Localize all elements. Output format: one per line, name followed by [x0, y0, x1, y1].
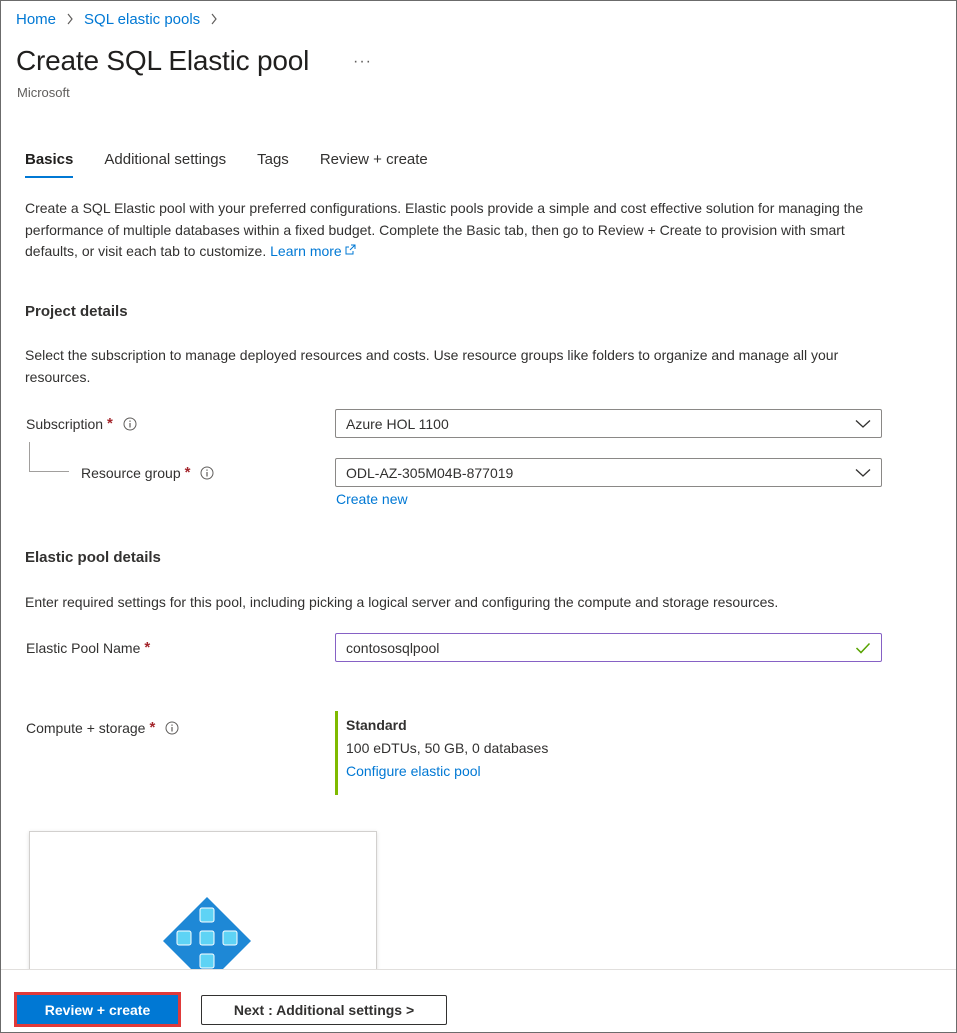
subscription-value: Azure HOL 1100 [346, 415, 449, 432]
configure-elastic-pool-link[interactable]: Configure elastic pool [346, 763, 635, 779]
tree-connector [29, 442, 69, 472]
checkmark-icon [855, 642, 871, 654]
elastic-pool-name-input[interactable]: contososqlpool [335, 633, 882, 662]
required-mark: * [149, 719, 156, 736]
chevron-right-icon [66, 12, 74, 28]
required-mark: * [144, 639, 151, 656]
compute-storage-label-text: Compute + storage [26, 719, 146, 736]
intro-description: Create a SQL Elastic pool with your pref… [25, 198, 895, 263]
info-icon[interactable] [200, 466, 214, 480]
resource-group-label-text: Resource group [81, 464, 181, 481]
chevron-down-icon [855, 419, 871, 428]
subscription-label: Subscription * [26, 415, 137, 432]
tab-basics[interactable]: Basics [25, 151, 74, 178]
info-icon[interactable] [165, 721, 179, 735]
publisher-label: Microsoft [17, 85, 70, 100]
chevron-down-icon [855, 468, 871, 477]
pricing-tier-details: 100 eDTUs, 50 GB, 0 databases [346, 740, 549, 756]
subscription-label-text: Subscription [26, 415, 104, 432]
elastic-pool-name-label: Elastic Pool Name * [26, 639, 150, 656]
page-title: Create SQL Elastic pool [16, 45, 310, 76]
tab-bar: Basics Additional settings Tags Review +… [25, 151, 459, 178]
resource-group-value: ODL-AZ-305M04B-877019 [346, 464, 514, 481]
review-create-button[interactable]: Review + create [14, 992, 181, 1027]
intro-text: Create a SQL Elastic pool with your pref… [25, 200, 864, 259]
elastic-pool-details-description: Enter required settings for this pool, i… [25, 594, 779, 610]
required-mark: * [184, 464, 191, 481]
elastic-pool-card [29, 831, 377, 991]
learn-more-label: Learn more [270, 243, 342, 259]
tab-review-create[interactable]: Review + create [320, 151, 428, 178]
breadcrumb: Home SQL elastic pools [16, 11, 228, 28]
elastic-pool-name-label-text: Elastic Pool Name [26, 639, 141, 656]
required-mark: * [107, 415, 113, 432]
create-elastic-pool-blade: Home SQL elastic pools Create SQL Elasti… [0, 0, 957, 1033]
breadcrumb-sql-elastic-pools[interactable]: SQL elastic pools [84, 11, 200, 28]
tab-additional-settings[interactable]: Additional settings [104, 151, 226, 178]
tab-tags[interactable]: Tags [257, 151, 289, 178]
compute-storage-summary: Standard 100 eDTUs, 50 GB, 0 databases C… [335, 711, 635, 795]
project-details-description: Select the subscription to manage deploy… [25, 347, 839, 385]
compute-storage-label: Compute + storage * [26, 719, 179, 736]
next-additional-settings-button[interactable]: Next : Additional settings > [201, 995, 447, 1025]
more-options-icon[interactable]: ··· [353, 53, 372, 71]
external-link-icon [345, 244, 356, 255]
elastic-pool-name-value: contososqlpool [346, 639, 440, 656]
pricing-tier: Standard [346, 717, 407, 733]
project-details-heading: Project details [25, 303, 128, 320]
create-new-resource-group-link[interactable]: Create new [336, 491, 408, 507]
chevron-right-icon [210, 12, 218, 28]
info-icon[interactable] [123, 417, 137, 431]
elastic-pool-details-heading: Elastic pool details [25, 549, 161, 566]
subscription-select[interactable]: Azure HOL 1100 [335, 409, 882, 438]
resource-group-label: Resource group * [81, 464, 214, 481]
breadcrumb-home[interactable]: Home [16, 11, 56, 28]
resource-group-select[interactable]: ODL-AZ-305M04B-877019 [335, 458, 882, 487]
learn-more-link[interactable]: Learn more [270, 243, 356, 259]
